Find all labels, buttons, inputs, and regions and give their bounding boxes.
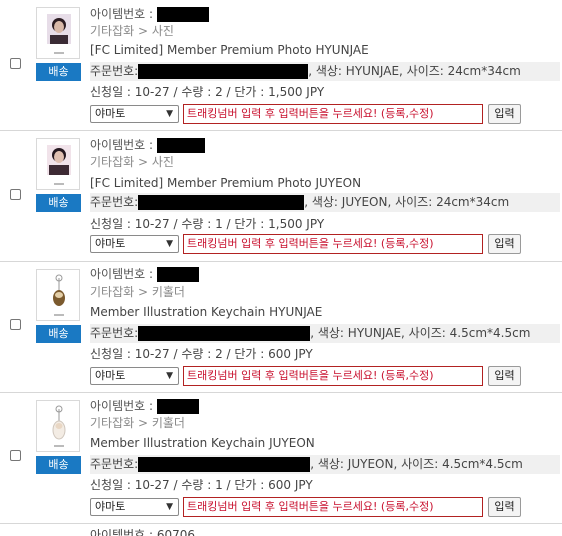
select-checkbox[interactable] xyxy=(10,58,21,69)
shipping-badge: 배송 xyxy=(36,325,81,343)
redacted-block xyxy=(138,326,311,341)
carrier-select-value: 야마토 xyxy=(95,237,126,250)
carrier-select[interactable]: 야마토 ▼ xyxy=(90,235,179,253)
carrier-select[interactable]: 야마토 ▼ xyxy=(90,105,179,123)
keychain-image xyxy=(53,274,65,316)
order-info-line: 주문번호: , 색상: JUYEON, 사이즈: 4.5cm*4.5cm xyxy=(90,455,560,474)
product-thumbnail xyxy=(36,7,80,59)
order-info-line: 주문번호: , 색상: HYUNJAE, 사이즈: 24cm*34cm xyxy=(90,62,560,81)
category-path: 기타잡화 > 사진 xyxy=(90,24,174,38)
color-value: JUYEON xyxy=(347,457,394,471)
keychain-image xyxy=(52,405,66,447)
order-item-row: 배송 아이템번호 : 기타잡화 > 키홀더 Member Illustratio… xyxy=(0,262,562,393)
select-checkbox[interactable] xyxy=(10,189,21,200)
item-number: 아이템번호 : xyxy=(90,266,199,282)
redacted-block xyxy=(156,399,199,414)
size-value: 24cm*34cm xyxy=(436,195,510,209)
item-number: 아이템번호 : xyxy=(90,6,209,22)
redacted-block xyxy=(156,138,205,153)
size-prefix: , 사이즈: xyxy=(393,457,443,471)
order-details: 신청일 : 10-27 / 수량 : 2 / 단가 : 600 JPY xyxy=(90,347,313,361)
tracking-number-input[interactable]: 트래킹넘버 입력 후 입력버튼을 누르세요! (등록,수정) xyxy=(183,104,483,124)
product-title: Member Illustration Keychain HYUNJAE xyxy=(90,305,323,319)
photo-card-image xyxy=(47,14,71,54)
item-number-label: 아이템번호 : xyxy=(90,7,154,21)
photo-card-image xyxy=(47,145,71,185)
item-number: 아이템번호 : xyxy=(90,398,199,414)
redacted-block xyxy=(138,195,305,210)
chevron-down-icon: ▼ xyxy=(166,371,173,381)
category-path: 기타잡화 > 키홀더 xyxy=(90,416,185,430)
order-item-row: 배송 아이템번호 : 기타잡화 > 키홀더 Member Illustratio… xyxy=(0,393,562,524)
size-prefix: , 사이즈: xyxy=(401,326,450,340)
carrier-select-value: 야마토 xyxy=(95,500,126,513)
item-number-label: 아이템번호 : xyxy=(90,267,154,281)
product-thumbnail xyxy=(36,138,80,190)
submit-tracking-button[interactable]: 입력 xyxy=(488,104,521,124)
carrier-select-value: 야마토 xyxy=(95,107,126,120)
size-prefix: , 사이즈: xyxy=(387,195,437,209)
order-info-line: 주문번호: , 색상: JUYEON, 사이즈: 24cm*34cm xyxy=(90,193,560,212)
color-prefix: , 색상: xyxy=(310,326,348,340)
select-checkbox[interactable] xyxy=(10,319,21,330)
size-prefix: , 사이즈: xyxy=(399,64,448,78)
product-title: [FC Limited] Member Premium Photo JUYEON xyxy=(90,176,362,190)
color-prefix: , 색상: xyxy=(308,64,346,78)
order-item-row: 배송 아이템번호 : 기타잡화 > 사진 [FC Limited] Member… xyxy=(0,0,562,131)
shipping-badge: 배송 xyxy=(36,194,81,212)
item-number: 아이템번호 : xyxy=(90,137,205,153)
submit-tracking-button[interactable]: 입력 xyxy=(488,497,521,517)
size-value: 4.5cm*4.5cm xyxy=(442,457,523,471)
color-prefix: , 색상: xyxy=(304,195,342,209)
tracking-number-input[interactable]: 트래킹넘버 입력 후 입력버튼을 누르세요! (등록,수정) xyxy=(183,497,483,517)
order-details: 신청일 : 10-27 / 수량 : 1 / 단가 : 1,500 JPY xyxy=(90,217,325,231)
category-path: 기타잡화 > 사진 xyxy=(90,155,174,169)
tracking-number-input[interactable]: 트래킹넘버 입력 후 입력버튼을 누르세요! (등록,수정) xyxy=(183,234,483,254)
chevron-down-icon: ▼ xyxy=(166,239,173,249)
category-path: 기타잡화 > 키홀더 xyxy=(90,285,185,299)
order-number-label: 주문번호: xyxy=(90,326,139,340)
order-number-label: 주문번호: xyxy=(90,64,139,78)
next-row-item-number: 아이템번호 : 60706 xyxy=(90,528,196,536)
shipping-badge: 배송 xyxy=(36,456,81,474)
size-value: 24cm*34cm xyxy=(447,64,521,78)
product-thumbnail xyxy=(36,269,80,321)
chevron-down-icon: ▼ xyxy=(166,502,173,512)
submit-tracking-button[interactable]: 입력 xyxy=(488,234,521,254)
select-checkbox[interactable] xyxy=(10,450,21,461)
carrier-select-value: 야마토 xyxy=(95,369,126,382)
shipping-badge: 배송 xyxy=(36,63,81,81)
redacted-block xyxy=(156,7,209,22)
redacted-block xyxy=(138,457,311,472)
order-number-label: 주문번호: xyxy=(90,195,139,209)
order-item-row: 배송 아이템번호 : 기타잡화 > 사진 [FC Limited] Member… xyxy=(0,131,562,262)
order-details: 신청일 : 10-27 / 수량 : 1 / 단가 : 600 JPY xyxy=(90,478,313,492)
order-number-label: 주문번호: xyxy=(90,457,139,471)
tracking-number-input[interactable]: 트래킹넘버 입력 후 입력버튼을 누르세요! (등록,수정) xyxy=(183,366,483,386)
redacted-block xyxy=(138,64,309,79)
carrier-select[interactable]: 야마토 ▼ xyxy=(90,367,179,385)
order-info-line: 주문번호: , 색상: HYUNJAE, 사이즈: 4.5cm*4.5cm xyxy=(90,324,560,343)
order-details: 신청일 : 10-27 / 수량 : 2 / 단가 : 1,500 JPY xyxy=(90,85,325,99)
product-title: [FC Limited] Member Premium Photo HYUNJA… xyxy=(90,43,369,57)
submit-tracking-button[interactable]: 입력 xyxy=(488,366,521,386)
item-number-label: 아이템번호 : xyxy=(90,138,154,152)
color-prefix: , 색상: xyxy=(310,457,348,471)
color-value: JUYEON xyxy=(341,195,388,209)
size-value: 4.5cm*4.5cm xyxy=(449,326,531,340)
color-value: HYUNJAE xyxy=(345,64,400,78)
redacted-block xyxy=(156,267,199,282)
product-thumbnail xyxy=(36,400,80,452)
color-value: HYUNJAE xyxy=(347,326,402,340)
chevron-down-icon: ▼ xyxy=(166,109,173,119)
carrier-select[interactable]: 야마토 ▼ xyxy=(90,498,179,516)
item-number-label: 아이템번호 : xyxy=(90,399,154,413)
product-title: Member Illustration Keychain JUYEON xyxy=(90,436,315,450)
